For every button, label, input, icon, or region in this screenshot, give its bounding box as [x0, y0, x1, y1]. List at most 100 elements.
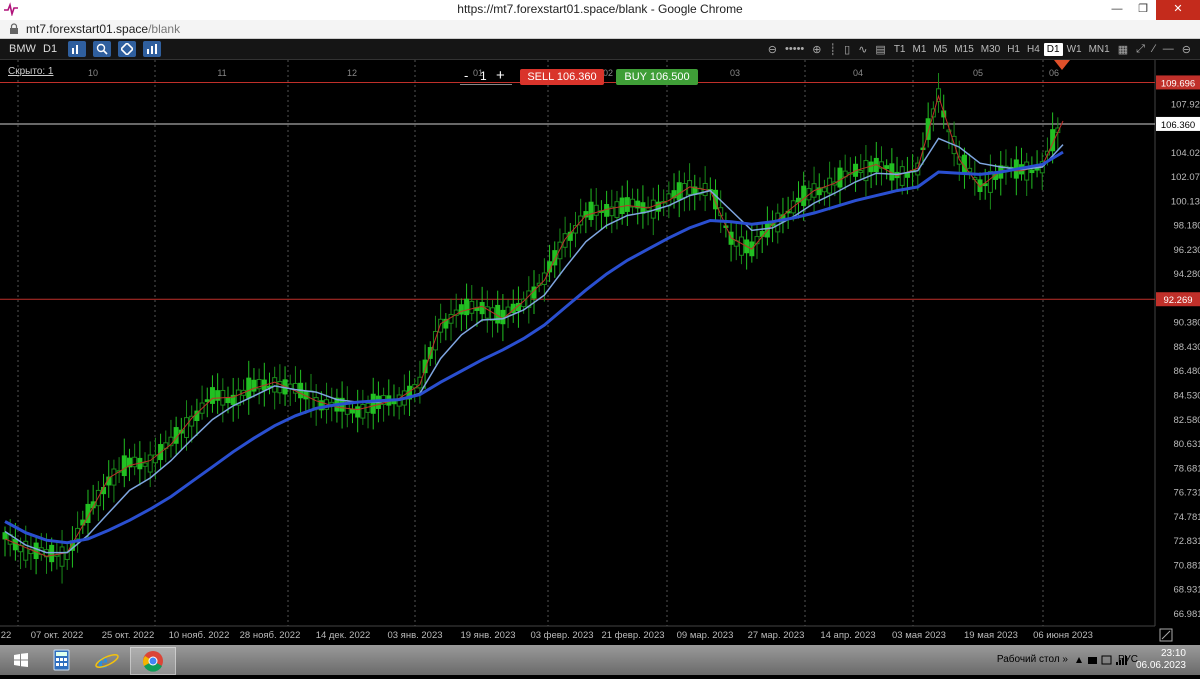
trendline-icon[interactable]: ∕: [1150, 43, 1158, 55]
timeframe-bar: ⊖ ••••• ⊕ ┊ ▯ ∿ ▤ T1 M1 M5 M15 M30 H1 H4 D1 W1 MN…: [765, 41, 1194, 57]
settings-icon[interactable]: ⊖: [1179, 43, 1194, 56]
zoom-out-icon[interactable]: ⊖: [765, 43, 780, 56]
candle-body: [821, 187, 827, 193]
x-tick-label: 03 февр. 2023: [530, 630, 593, 641]
lot-plus-button[interactable]: +: [496, 67, 505, 84]
timeframe-m1[interactable]: M1: [909, 43, 929, 56]
x-tick-label: 10 нояб. 2022: [169, 630, 230, 641]
ma_slow-line: [4, 150, 1064, 545]
candle-body: [541, 272, 547, 285]
lot-size-stepper[interactable]: - 1 +: [460, 67, 512, 85]
close-button[interactable]: ✕: [1156, 0, 1200, 20]
x-tick-label: 06 июня 2023: [1033, 630, 1093, 641]
candle-body: [614, 201, 620, 218]
month-label-top: 12: [347, 68, 357, 78]
drawing-tools-icon[interactable]: [118, 41, 136, 57]
timeframe-m15[interactable]: M15: [951, 43, 976, 56]
url-text[interactable]: mt7.forexstart01.space/blank: [26, 22, 180, 36]
month-label-top: 03: [730, 68, 740, 78]
x-tick-label: 03 янв. 2023: [387, 630, 442, 641]
x-tick-label: 27 мар. 2023: [748, 630, 805, 641]
minimize-button[interactable]: —: [1104, 0, 1130, 20]
candle-body: [604, 204, 610, 217]
y-tick-label: 72.831: [1173, 536, 1200, 547]
lot-minus-button[interactable]: -: [464, 68, 468, 83]
timeframe-h1[interactable]: H1: [1004, 43, 1023, 56]
candle-body: [738, 236, 744, 256]
x-tick-label: 28 нояб. 2022: [240, 630, 301, 641]
candle-body: [355, 406, 361, 418]
x-tick-label: 19 янв. 2023: [460, 630, 515, 641]
month-label-top: 06: [1049, 68, 1059, 78]
candle-body: [12, 538, 18, 551]
candle-body: [1024, 161, 1030, 181]
candle-body: [370, 393, 376, 414]
clock[interactable]: 23:10 06.06.2023: [1136, 648, 1186, 672]
candle-body: [184, 417, 190, 438]
desktop-toolbar-label[interactable]: Рабочий стол »: [997, 654, 1068, 665]
hidden-orders-label[interactable]: Скрыто: 1: [8, 66, 54, 77]
y-tick-label: 80.631: [1173, 439, 1200, 450]
timeframe-h4[interactable]: H4: [1024, 43, 1043, 56]
y-tick-label: 96.230: [1173, 245, 1200, 256]
x-tick-label: 14 дек. 2022: [316, 630, 371, 641]
hline-icon[interactable]: —: [1160, 43, 1177, 55]
x-tick-label: 07 окт. 2022: [31, 630, 83, 641]
timeframe-w1[interactable]: W1: [1064, 43, 1085, 56]
candle-body: [225, 397, 231, 404]
y-tick-label: 66.981: [1173, 609, 1200, 620]
timeframe-label[interactable]: D1: [43, 43, 57, 55]
symbol-label[interactable]: BMW: [9, 43, 36, 55]
candle-body: [349, 408, 355, 414]
buy-button[interactable]: BUY 106.500: [616, 69, 698, 85]
y-tick-label: 78.681: [1173, 463, 1200, 474]
candle-body: [490, 307, 496, 321]
x-tick-label: 03 мая 2023: [892, 630, 946, 641]
zoom-in-icon[interactable]: ⊕: [809, 43, 824, 56]
candle-body: [33, 542, 39, 560]
system-tray: Рабочий стол » РУС 23:10 06.06.2023: [900, 645, 1200, 675]
chrome-taskbar-icon[interactable]: [130, 647, 176, 675]
timeframe-m5[interactable]: M5: [930, 43, 950, 56]
y-tick-label: 86.480: [1173, 366, 1200, 377]
crosshair-icon[interactable]: ⤢: [1133, 43, 1148, 56]
timeframe-t1[interactable]: T1: [891, 43, 909, 56]
y-tick-label: 82.580: [1173, 415, 1200, 426]
chart-type-icon[interactable]: [68, 41, 86, 57]
timeframe-mn1[interactable]: MN1: [1086, 43, 1113, 56]
window-titlebar: https://mt7.forexstart01.space/blank - G…: [0, 0, 1200, 20]
area-chart-icon[interactable]: ▤: [872, 43, 888, 56]
address-bar[interactable]: mt7.forexstart01.space/blank: [0, 20, 1200, 39]
y-tick-label: 84.530: [1173, 390, 1200, 401]
y-tick-label: 70.881: [1173, 560, 1200, 571]
scale-dots-icon[interactable]: •••••: [782, 43, 807, 55]
y-tick-label: 107.929: [1171, 99, 1200, 110]
candle-body: [593, 204, 599, 216]
candle-body: [209, 387, 215, 404]
start-button[interactable]: [0, 647, 44, 673]
candle-body: [272, 377, 278, 393]
candle-chart-icon[interactable]: ▯: [841, 43, 853, 56]
restore-button[interactable]: ❐: [1130, 0, 1156, 20]
internet-explorer-icon[interactable]: e: [85, 647, 129, 673]
y-tick-label: 98.180: [1173, 221, 1200, 232]
price-chart[interactable]: 101112010203040506107.929104.029102.0791…: [0, 60, 1200, 645]
lot-value[interactable]: 1: [480, 69, 487, 83]
candle-body: [899, 166, 905, 186]
zoom-icon[interactable]: [93, 41, 111, 57]
y-tick-label: 102.079: [1171, 172, 1200, 183]
calculator-icon[interactable]: [40, 647, 84, 673]
y-tick-label: 74.781: [1173, 512, 1200, 523]
timeframe-m30[interactable]: M30: [978, 43, 1003, 56]
sell-button[interactable]: SELL 106.360: [520, 69, 604, 85]
timeframe-d1[interactable]: D1: [1043, 42, 1063, 56]
indicators-icon[interactable]: [143, 41, 161, 57]
candle-body: [676, 182, 682, 201]
y-tick-label: 68.931: [1173, 585, 1200, 596]
candle-body: [215, 390, 221, 401]
grid-icon[interactable]: ▦: [1115, 43, 1131, 56]
candle-body: [1029, 169, 1035, 174]
line-chart-icon[interactable]: ∿: [855, 43, 870, 56]
bar-chart-icon[interactable]: ┊: [827, 43, 840, 56]
month-label-top: 10: [88, 68, 98, 78]
